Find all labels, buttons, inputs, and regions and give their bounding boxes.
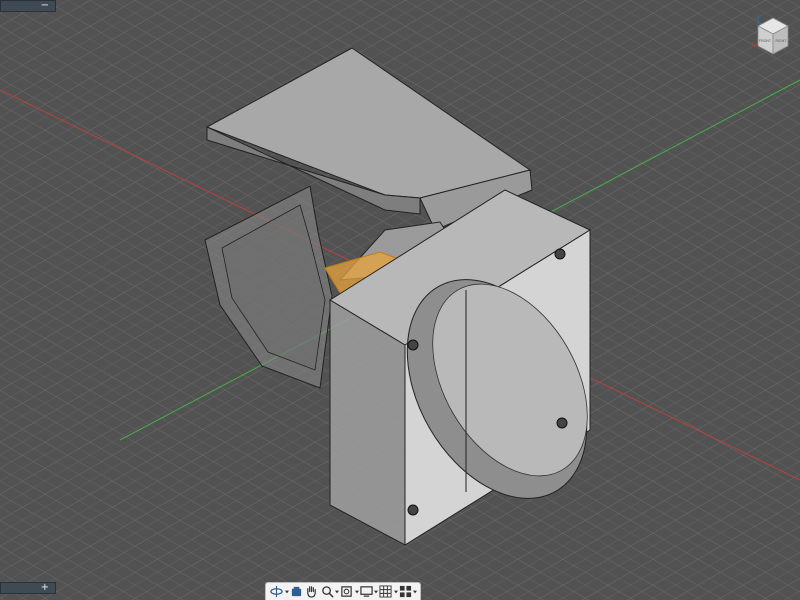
viewports-icon (399, 585, 411, 598)
display-settings-button[interactable] (359, 585, 375, 599)
fit-icon (341, 586, 352, 597)
comments-panel-expand-tab[interactable]: + (0, 582, 56, 594)
mount-hole-br (556, 417, 568, 429)
grid-icon (379, 585, 392, 598)
display-settings-icon (360, 586, 373, 597)
viewports-menu-caret[interactable] (413, 585, 417, 599)
navigation-toolbar (265, 582, 421, 600)
fit-button[interactable] (339, 585, 355, 599)
expand-symbol: + (40, 582, 49, 593)
mount-hole-tr (554, 248, 566, 260)
zoom-icon (321, 586, 334, 598)
mount-hole-tl (407, 339, 419, 351)
viewcube-icon[interactable]: FRONT RIGHT (750, 12, 796, 64)
pan-hand-icon (307, 586, 317, 598)
orbit-button[interactable] (269, 585, 285, 599)
collapse-symbol: − (40, 0, 49, 11)
pan-button[interactable] (304, 585, 320, 599)
browser-panel-collapse-tab[interactable]: − (0, 0, 56, 12)
viewports-button[interactable] (398, 585, 414, 599)
mount-hole-bl (407, 504, 419, 516)
chevron-down-icon (413, 590, 417, 593)
orbit-icon (270, 585, 283, 598)
canvas-viewport[interactable] (0, 0, 800, 600)
look-at-icon (291, 586, 301, 597)
grid-settings-button[interactable] (378, 585, 394, 599)
viewcube-front-label: FRONT (759, 39, 772, 43)
viewcube-axis-red (751, 42, 759, 47)
viewcube-right-label: RIGHT (776, 39, 788, 43)
look-at-button[interactable] (289, 585, 305, 599)
zoom-button[interactable] (320, 585, 336, 599)
